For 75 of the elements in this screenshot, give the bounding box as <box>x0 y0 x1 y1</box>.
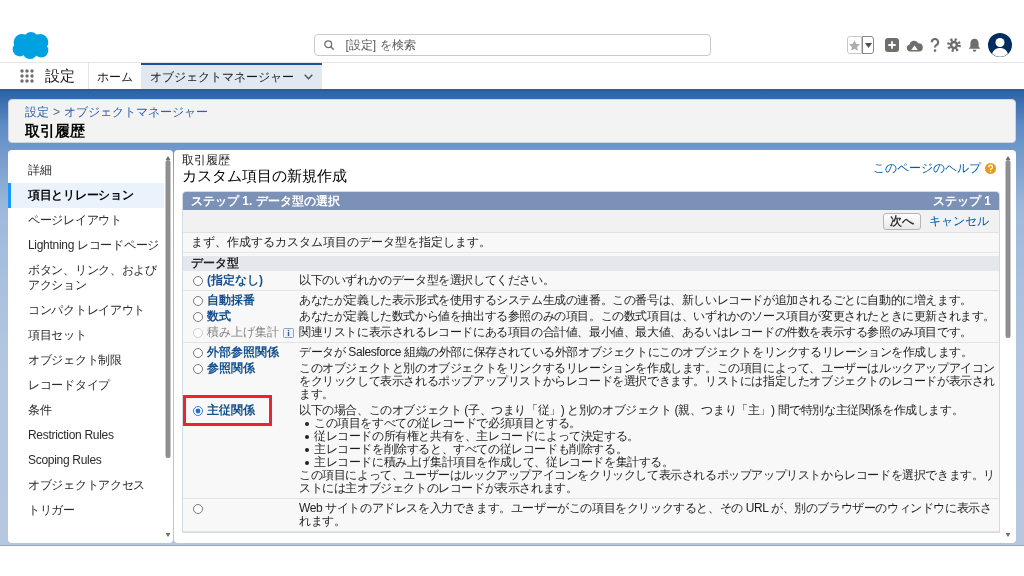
sidebar-item[interactable]: 項目とリレーション <box>8 183 164 208</box>
radio-label[interactable]: 外部参照関係 <box>207 344 279 361</box>
search-icon <box>323 40 334 50</box>
step-counter: ステップ 1 <box>933 192 991 210</box>
avatar-icon[interactable] <box>988 33 1012 57</box>
radio-label[interactable]: 主従関係 <box>207 402 255 419</box>
sidebar-item[interactable]: ボタン、リンク、およびアクション <box>8 258 164 298</box>
sidebar-item[interactable]: レコードタイプ <box>8 373 164 398</box>
plus-icon[interactable] <box>885 38 899 52</box>
app-launcher-icon[interactable] <box>20 69 34 83</box>
bell-icon[interactable] <box>968 38 981 52</box>
sidebar-item[interactable]: Scoping Rules <box>8 448 164 473</box>
description-text: 関連リストに表示されるレコードにある項目の合計値、最小値、最大値、あるいはレコードの件数を表示する参照のみ項目です。 <box>299 326 973 339</box>
app-name: 設定 <box>45 66 75 86</box>
sidebar-item[interactable]: オブジェクトアクセス <box>8 473 164 498</box>
description-text: データが Salesforce 組織の外部に保存されている外部オブジェクトにこのオブジェクトをリンクするリレーションを作成します。 <box>299 346 974 359</box>
star-icon <box>849 39 860 51</box>
sidebar-item[interactable]: 条件 <box>8 398 164 423</box>
radio-button[interactable] <box>193 311 203 322</box>
bullet-text: 主レコードに積み上げ集計項目を作成して、従レコードを集計する。 <box>314 456 674 469</box>
description-text: このオブジェクトと別のオブジェクトをリンクするリレーションを作成します。この項目によって、ユーザーはルックアップアイコンをクリックして表示されるポップアップリストからレコードを選択できます。リストには指定したオブジェクトのレコードが表示されます。 <box>299 362 995 401</box>
nav-tab[interactable]: オブジェクトマネージャー <box>141 63 322 89</box>
chevron-down-icon[interactable] <box>304 74 313 80</box>
nav-tab[interactable]: ホーム <box>89 63 141 89</box>
radio-button[interactable] <box>193 347 203 358</box>
caret-icon <box>864 42 872 48</box>
cloud-logo[interactable] <box>12 31 49 59</box>
object-title: 取引履歴 <box>25 121 85 140</box>
sidebar-item[interactable]: 詳細 <box>8 158 164 183</box>
radio-label[interactable]: (指定なし) <box>207 272 263 289</box>
breadcrumb-separator: > <box>53 105 60 120</box>
radio-label[interactable]: 自動採番 <box>207 292 255 309</box>
sidebar-item[interactable]: オブジェクト制限 <box>8 348 164 373</box>
sidebar-item[interactable]: 項目セット <box>8 323 164 348</box>
sidebar-item[interactable]: コンパクトレイアウト <box>8 298 164 323</box>
bullet-icon <box>305 460 309 465</box>
bullet-text: この項目をすべての従レコードで必須項目とする。 <box>314 417 581 430</box>
help-icon[interactable] <box>930 38 940 52</box>
bullet-icon <box>305 434 309 439</box>
description-text: あなたが定義した表示形式を使用するシステム生成の連番。この番号は、新しいレコードが追加されるごとに自動的に増えます。 <box>299 294 973 307</box>
sidebar-item[interactable]: Restriction Rules <box>8 423 164 448</box>
radio-button[interactable] <box>193 405 203 416</box>
help-link[interactable]: このページのヘルプ <box>873 160 981 177</box>
section-header: データ型 <box>183 256 999 271</box>
settings-icon[interactable] <box>947 38 961 52</box>
sidebar-item[interactable]: Lightning レコードページ <box>8 233 164 258</box>
instruction-text: まず、作成するカスタム項目のデータ型を指定します。 <box>191 234 491 251</box>
cloud-icon[interactable] <box>906 38 923 52</box>
page-title: カスタム項目の新規作成 <box>182 167 347 185</box>
radio-label[interactable]: 数式 <box>207 308 231 325</box>
search-field[interactable]: [設定] を検索 <box>313 34 711 56</box>
radio-button[interactable] <box>193 503 203 514</box>
breadcrumb-link[interactable]: オブジェクトマネージャー <box>64 105 208 120</box>
description-text: 以下の場合、このオブジェクト (子、つまり「従」) と別のオブジェクト (親、つまり「主」) 間で特別な主従関係を作成します。 <box>299 404 965 417</box>
radio-button[interactable] <box>193 295 203 306</box>
radio-label[interactable]: 参照関係 <box>207 360 255 377</box>
sidebar-item[interactable]: ページレイアウト <box>8 208 164 233</box>
step-title: ステップ 1. データ型の選択 <box>191 192 340 210</box>
breadcrumb-link[interactable]: 設定 <box>25 105 49 120</box>
object-name: 取引履歴 <box>182 154 231 167</box>
form-button[interactable]: 次へ <box>883 212 921 230</box>
description-text: 以下のいずれかのデータ型を選択してください。 <box>299 274 556 287</box>
bullet-icon <box>305 421 309 426</box>
description-text: あなたが定義した数式から値を抽出する参照のみの項目。この数式項目は、いずれかのソース項目が変更されたときに更新されます。 <box>299 310 995 323</box>
radio-button[interactable] <box>193 363 203 374</box>
bullet-text: 従レコードの所有権と共有を、主レコードによって決定する。 <box>314 430 639 443</box>
sidebar-item[interactable]: トリガー <box>8 498 164 523</box>
bullet-text: 主レコードを削除すると、すべての従レコードも削除する。 <box>314 443 628 456</box>
form-link[interactable]: キャンセル <box>929 212 989 230</box>
description-text: この項目によって、ユーザーはルックアップアイコンをクリックして表示されるポップアップリストからレコードを選択できます。リストには主オブジェクトのレコードが表示されます。 <box>299 469 995 495</box>
description-text: Web サイトのアドレスを入力できます。ユーザーがこの項目をクリックすると、その URL が、別のブラウザーのウィンドウに表示されます。 <box>299 502 993 528</box>
radio-label: 積み上げ集計 <box>207 324 279 341</box>
bullet-icon <box>305 447 309 452</box>
favorites-menu-button[interactable] <box>862 36 874 54</box>
radio-button[interactable] <box>193 275 203 286</box>
